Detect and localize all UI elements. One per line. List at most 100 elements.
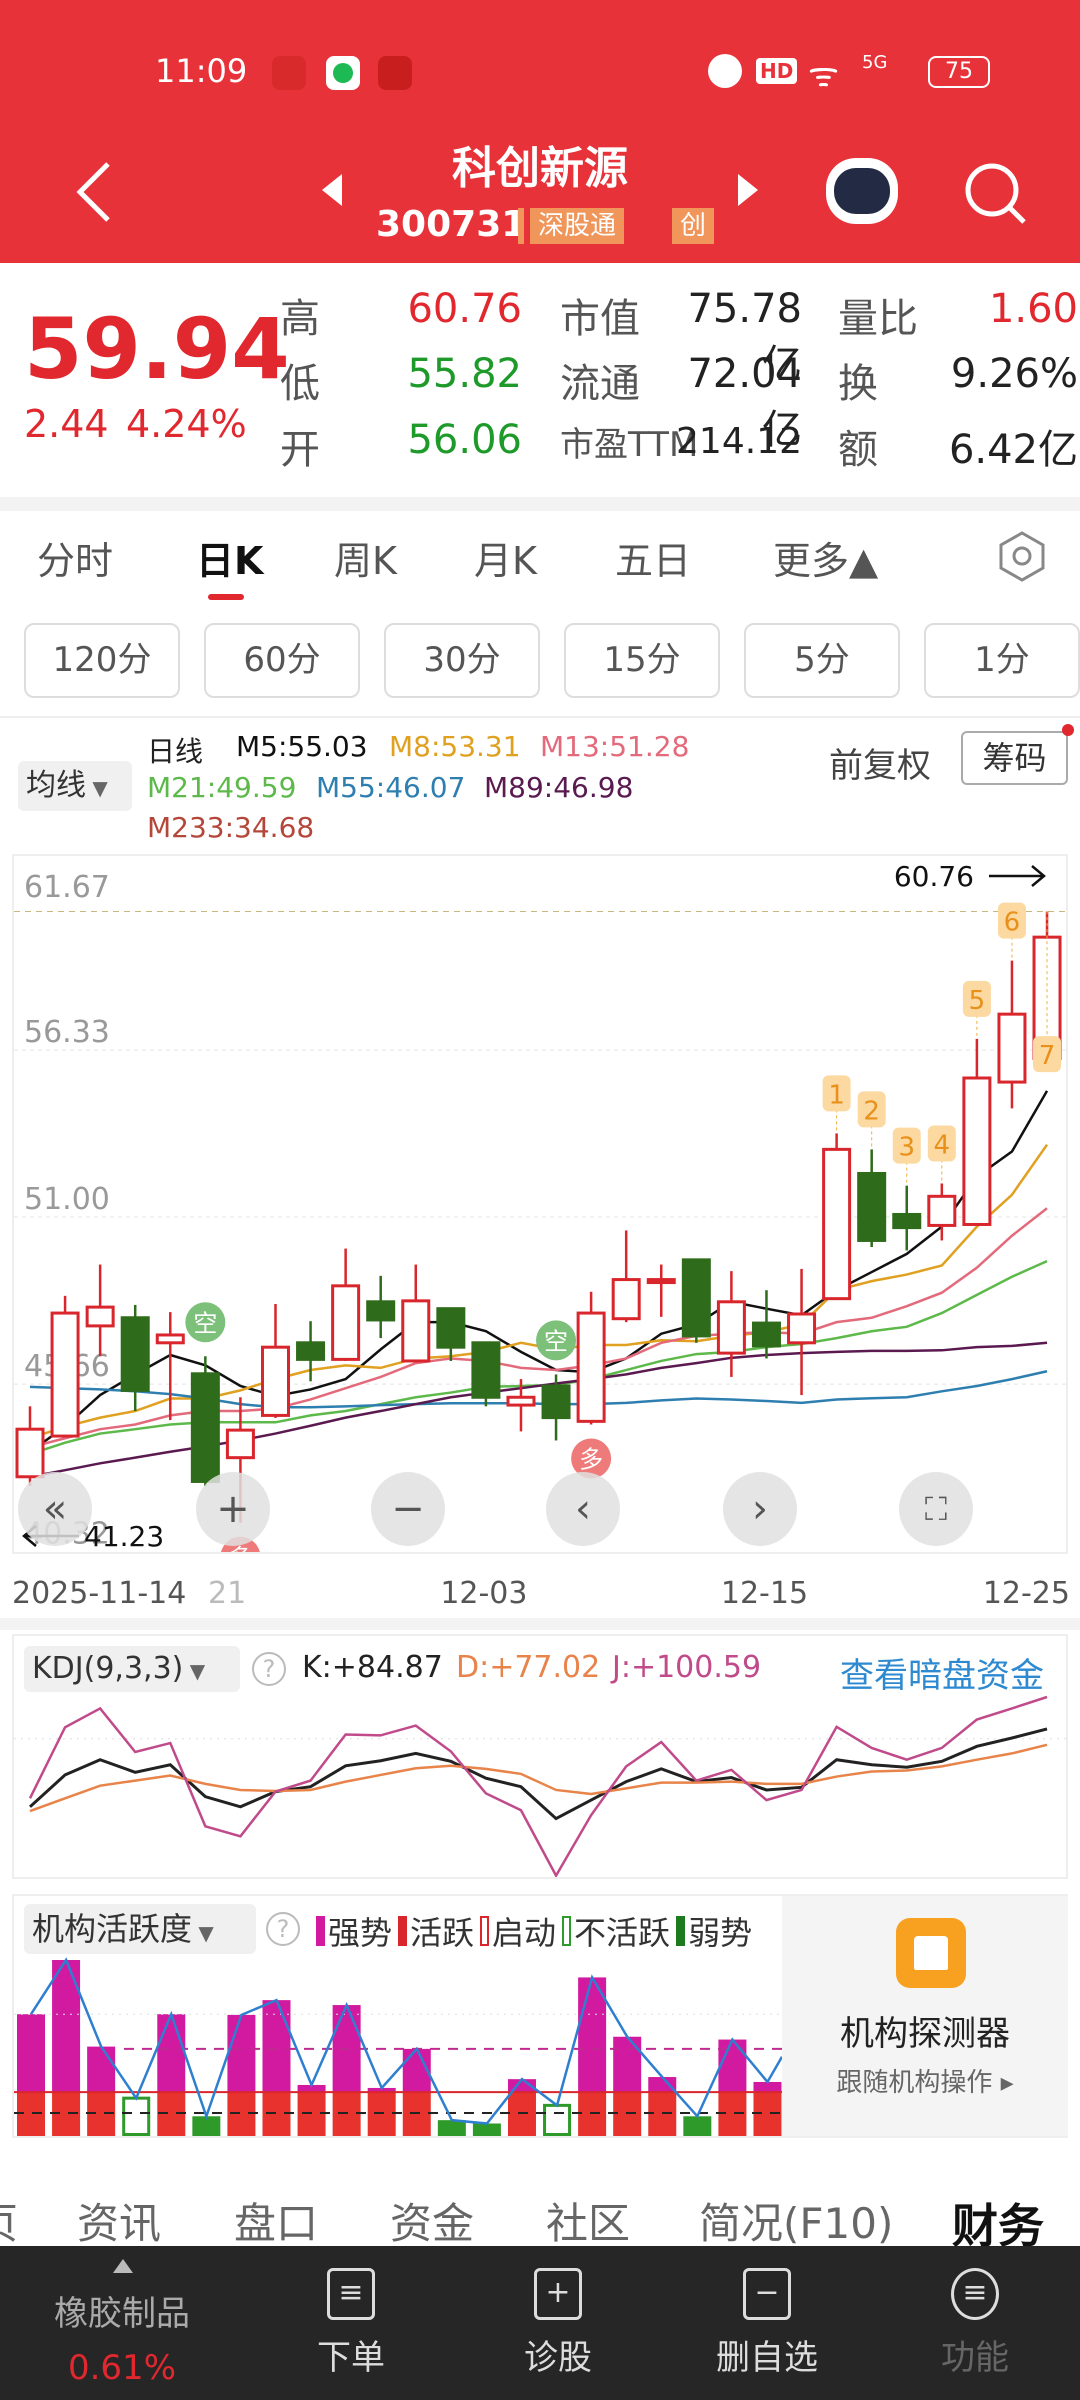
high-price-label: 60.76 bbox=[894, 860, 974, 893]
remove-watchlist-icon[interactable]: − bbox=[743, 2268, 791, 2320]
event-badge-label: 6 bbox=[1004, 908, 1021, 938]
candle-body bbox=[541, 1384, 571, 1420]
activity-bar-weak bbox=[683, 2116, 712, 2136]
bottom-tab-5[interactable]: 简况(F10) bbox=[699, 2190, 893, 2251]
tab-2[interactable]: 周K bbox=[334, 530, 397, 585]
candle-body bbox=[471, 1341, 501, 1399]
tab-3[interactable]: 月K bbox=[474, 530, 537, 585]
detector-card[interactable]: 机构探测器 跟随机构操作 ▸ bbox=[782, 1896, 1068, 2136]
adjust-button[interactable]: 前复权 bbox=[829, 738, 931, 787]
activity-bar-active bbox=[87, 2092, 116, 2136]
kdj-d-value: D:+77.02 bbox=[456, 1650, 601, 1685]
low-price-label: 41.23 bbox=[84, 1520, 164, 1552]
candle-body bbox=[857, 1171, 887, 1242]
tab-5[interactable]: 更多▲ bbox=[773, 530, 878, 585]
candle bbox=[576, 1291, 606, 1425]
zoom-out-button[interactable]: − bbox=[371, 1472, 445, 1546]
ma-line-M55 bbox=[29, 1370, 1048, 1409]
quote-value: 214.12 bbox=[676, 421, 802, 462]
stock-app-notification-icon bbox=[378, 56, 412, 90]
hd-icon: HD bbox=[756, 58, 798, 84]
scroll-start-button[interactable]: « bbox=[18, 1472, 92, 1546]
stock-name: 科创新源 bbox=[452, 143, 628, 194]
candle-body bbox=[436, 1307, 466, 1349]
activity-bar-strong bbox=[52, 1960, 81, 2093]
x-axis-label: 2025-11-14 bbox=[12, 1576, 187, 1611]
dock-label[interactable]: 功能 bbox=[895, 2330, 1055, 2379]
kdj-line-J bbox=[28, 1695, 1048, 1877]
divider bbox=[0, 716, 1080, 718]
activity-bar-strong bbox=[87, 2046, 116, 2093]
bottom-tab-4[interactable]: 社区 bbox=[546, 2190, 630, 2251]
legend-label: 不活跃 bbox=[574, 1914, 671, 1952]
dock-label[interactable]: 下单 bbox=[271, 2330, 431, 2379]
activity-bar-strong bbox=[157, 2014, 186, 2093]
help-icon[interactable]: ? bbox=[266, 1912, 300, 1946]
divider bbox=[0, 497, 1080, 511]
bottom-dock: 橡胶制品 0.61% ≡ 下单 + 诊股 − 删自选 ≡ 功能 bbox=[0, 2246, 1080, 2400]
activity-bar-active bbox=[753, 2092, 782, 2136]
ma-legend-item: M21:49.59 bbox=[147, 771, 297, 804]
high-arrow-icon bbox=[989, 865, 1046, 887]
kline-chart-frame[interactable]: 61.6756.3351.0045.6640.32空空多多123456760.7… bbox=[12, 854, 1068, 1577]
menu-icon[interactable]: ≡ bbox=[951, 2268, 999, 2320]
fullscreen-button[interactable]: ⛶ bbox=[899, 1472, 973, 1546]
activity-selector-label: 机构活跃度 bbox=[32, 1910, 193, 1948]
chips-button[interactable]: 筹码 bbox=[961, 731, 1068, 785]
activity-bar-strong bbox=[227, 2014, 256, 2093]
help-icon[interactable]: ? bbox=[252, 1652, 286, 1686]
sector-name[interactable]: 橡胶制品 bbox=[42, 2286, 202, 2335]
bottom-tab-2[interactable]: 盘口 bbox=[234, 2190, 318, 2251]
quote-label: 开 bbox=[280, 427, 320, 473]
interval-button[interactable]: 15分 bbox=[564, 623, 720, 698]
signal-icon: 5G bbox=[862, 52, 888, 73]
interval-button[interactable]: 1分 bbox=[924, 623, 1080, 698]
interval-button[interactable]: 30分 bbox=[384, 623, 540, 698]
dock-label[interactable]: 删自选 bbox=[687, 2330, 847, 2379]
legend-label: 弱势 bbox=[688, 1914, 753, 1952]
candle-body bbox=[155, 1333, 185, 1345]
candle bbox=[155, 1312, 185, 1421]
legend-swatch bbox=[316, 1916, 325, 1946]
tab-4[interactable]: 五日 bbox=[615, 530, 691, 585]
activity-selector[interactable]: 机构活跃度 ▼ bbox=[24, 1904, 256, 1954]
ma-line-M8 bbox=[29, 1143, 1049, 1440]
quote-value: 60.76 bbox=[407, 286, 522, 332]
event-badge-label: 3 bbox=[898, 1133, 915, 1163]
diagnose-icon[interactable]: + bbox=[534, 2268, 582, 2320]
quote-label: 市值 bbox=[560, 296, 640, 342]
candle-body bbox=[50, 1311, 80, 1438]
scroll-right-button[interactable]: › bbox=[723, 1472, 797, 1546]
tab-0[interactable]: 分时 bbox=[37, 530, 113, 585]
bottom-tab-0[interactable]: 页 bbox=[0, 2190, 18, 2251]
settings-hexagon-icon[interactable] bbox=[996, 530, 1048, 582]
dark-pool-link[interactable]: 查看暗盘资金 bbox=[840, 1648, 1044, 1697]
ma-legend-item: M5:55.03 bbox=[236, 730, 368, 763]
activity-bar-active bbox=[52, 2092, 81, 2136]
candle bbox=[927, 1183, 957, 1241]
expand-up-icon[interactable] bbox=[112, 2258, 134, 2274]
scroll-left-button[interactable]: ‹ bbox=[546, 1472, 620, 1546]
candle-body bbox=[646, 1278, 676, 1285]
search-icon[interactable] bbox=[962, 160, 1030, 228]
activity-bar-strong bbox=[648, 2077, 677, 2093]
interval-button[interactable]: 60分 bbox=[204, 623, 360, 698]
bottom-tab-1[interactable]: 资讯 bbox=[77, 2190, 161, 2251]
bottom-tab-3[interactable]: 资金 bbox=[390, 2190, 474, 2251]
kline-chart[interactable]: 61.6756.3351.0045.6640.32空空多多123456760.7… bbox=[14, 856, 1066, 1577]
activity-bar-active bbox=[227, 2092, 256, 2136]
zoom-in-button[interactable]: + bbox=[196, 1472, 270, 1546]
tab-1[interactable]: 日K bbox=[196, 530, 263, 585]
event-badge-label: 7 bbox=[1039, 1041, 1056, 1071]
ma-selector-label: 均线 bbox=[26, 768, 86, 803]
activity-legend-item: 活跃 bbox=[398, 1908, 474, 1954]
ma-selector[interactable]: 均线 ▼ bbox=[18, 761, 132, 811]
y-tick-label: 61.67 bbox=[24, 870, 110, 905]
dock-label[interactable]: 诊股 bbox=[478, 2330, 638, 2379]
order-icon[interactable]: ≡ bbox=[327, 2268, 375, 2320]
quote-value: 56.06 bbox=[407, 417, 522, 463]
indicator-selector[interactable]: KDJ(9,3,3) ▼ bbox=[24, 1646, 240, 1692]
interval-button[interactable]: 5分 bbox=[744, 623, 900, 698]
interval-button[interactable]: 120分 bbox=[24, 623, 180, 698]
ai-assistant-icon[interactable] bbox=[826, 158, 898, 224]
